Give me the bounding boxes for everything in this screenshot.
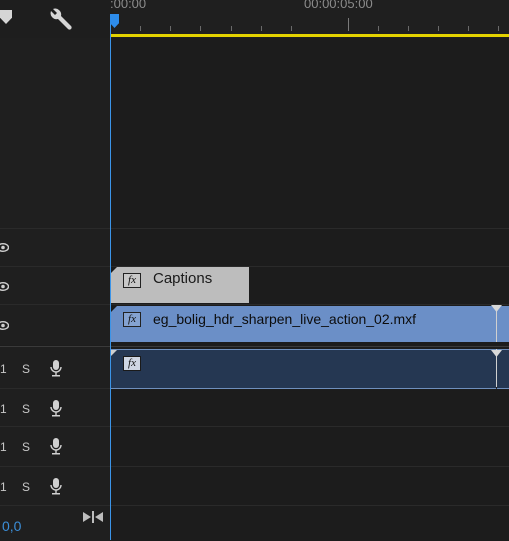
track-number: 1 — [0, 440, 7, 454]
fx-badge[interactable]: fx — [123, 273, 141, 288]
audio-track-4: 1 S — [0, 466, 509, 506]
clip-corner-marker — [111, 267, 117, 273]
eye-icon[interactable] — [0, 321, 9, 330]
mic-icon[interactable] — [49, 399, 63, 417]
fx-badge[interactable]: fx — [123, 312, 141, 327]
audio-clip[interactable]: fx — [111, 349, 496, 389]
footer-track-area[interactable] — [110, 505, 509, 541]
track-number: 1 — [0, 480, 7, 494]
ruler-tick — [170, 26, 171, 31]
audio-clip-next[interactable] — [497, 349, 509, 389]
audio-track-2: 1 S — [0, 388, 509, 427]
time-ruler[interactable]: :00:00 00:00:05:00 — [110, 0, 509, 38]
track-body[interactable] — [110, 467, 509, 506]
ruler-label-start: :00:00 — [110, 0, 147, 11]
fit-to-sequence-icon[interactable] — [83, 510, 103, 524]
solo-button[interactable]: S — [22, 480, 30, 494]
ruler-tick — [378, 26, 379, 31]
ruler-tick — [408, 26, 409, 31]
track-header — [0, 267, 110, 305]
track-header: 1 S — [0, 467, 110, 506]
eye-icon[interactable] — [0, 243, 9, 252]
track-body[interactable] — [110, 389, 509, 427]
ruler-tick — [468, 26, 469, 31]
marker-shield-icon[interactable] — [0, 10, 12, 24]
ruler-tick — [348, 18, 349, 31]
clip-label: Captions — [153, 270, 213, 287]
ruler-tick — [438, 26, 439, 31]
track-body[interactable] — [110, 427, 509, 467]
ruler-tick — [498, 26, 499, 31]
empty-track-area — [0, 38, 509, 228]
clip-corner-marker — [111, 306, 117, 312]
track-body[interactable] — [110, 229, 509, 267]
clip-label: eg_bolig_hdr_sharpen_live_action_02.mxf — [153, 311, 417, 327]
ruler-tick — [200, 26, 201, 31]
track-header-toolbar — [0, 0, 110, 38]
fx-badge[interactable]: fx — [123, 356, 141, 371]
work-area-bar[interactable] — [110, 34, 509, 37]
track-header: 1 S — [0, 389, 110, 427]
mic-icon[interactable] — [49, 437, 63, 455]
zoom-readout[interactable]: 0,0 — [2, 518, 21, 534]
ruler-label-5s: 00:00:05:00 — [304, 0, 373, 11]
eye-icon[interactable] — [0, 282, 9, 291]
ruler-tick — [291, 26, 292, 31]
video-clip-next[interactable] — [497, 306, 509, 342]
clip-corner-marker — [111, 350, 117, 356]
mic-icon[interactable] — [49, 477, 63, 495]
track-number: 1 — [0, 402, 7, 416]
empty-track-header — [0, 38, 110, 228]
ruler-tick — [231, 26, 232, 31]
timeline-panel: :00:00 00:00:05:00 1 S 1 S 1 S 1 S fx Ca… — [0, 0, 509, 541]
audio-track-3: 1 S — [0, 426, 509, 467]
ruler-tick — [261, 26, 262, 31]
empty-track-body[interactable] — [110, 38, 509, 228]
video-track-2 — [0, 266, 509, 305]
track-number: 1 — [0, 362, 7, 376]
wrench-icon[interactable] — [46, 8, 72, 34]
mic-icon[interactable] — [49, 359, 63, 377]
solo-button[interactable]: S — [22, 402, 30, 416]
track-header: 1 S — [0, 427, 110, 467]
solo-button[interactable]: S — [22, 362, 30, 376]
ruler-tick — [140, 26, 141, 31]
track-header: 1 S — [0, 347, 110, 389]
captions-clip[interactable]: fx Captions — [111, 267, 249, 303]
playhead-line[interactable] — [110, 14, 111, 540]
video-clip[interactable]: fx eg_bolig_hdr_sharpen_live_action_02.m… — [111, 306, 496, 342]
track-header — [0, 305, 110, 345]
track-header — [0, 229, 110, 267]
solo-button[interactable]: S — [22, 440, 30, 454]
video-track-3 — [0, 228, 509, 267]
